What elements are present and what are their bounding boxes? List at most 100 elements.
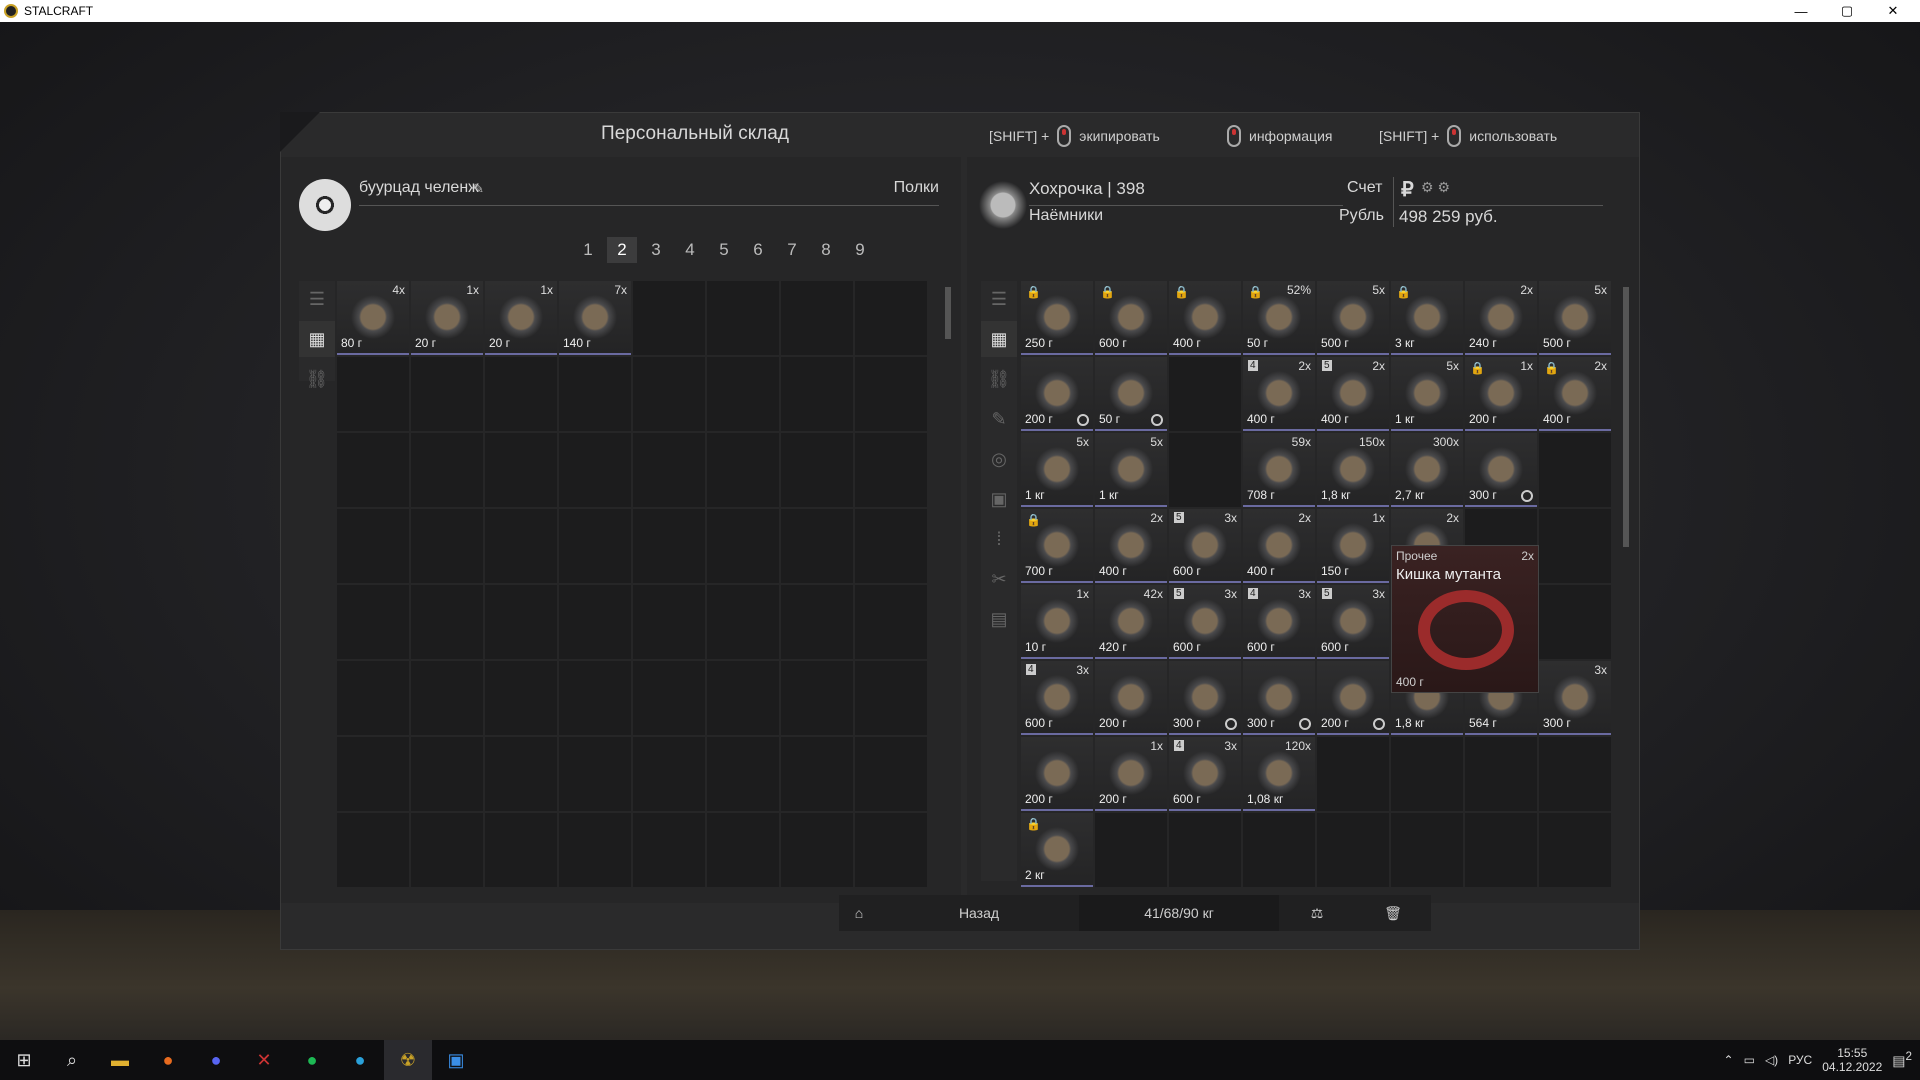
back-button[interactable]: Назад	[879, 895, 1079, 931]
maximize-button[interactable]: ▢	[1824, 0, 1870, 22]
inventory-item[interactable]: 200 г	[1021, 357, 1093, 431]
inventory-item[interactable]: 700 г 🔒	[1021, 509, 1093, 583]
inventory-item[interactable]: 3x 600 г 5	[1169, 585, 1241, 659]
inventory-item[interactable]: 600 г 🔒	[1095, 281, 1167, 355]
left-scrollbar[interactable]	[945, 287, 951, 339]
shelf-button-4[interactable]: 4	[675, 237, 705, 263]
item-icon	[1257, 599, 1301, 643]
grid-view-icon[interactable]: ▦	[299, 321, 335, 357]
link-icon[interactable]: ⛓	[299, 361, 335, 397]
inventory-item[interactable]: 200 г	[1021, 737, 1093, 811]
language-indicator[interactable]: РУС	[1788, 1053, 1812, 1067]
inventory-item[interactable]: 1x 10 г	[1021, 585, 1093, 659]
lock-icon: 🔒	[1100, 285, 1115, 299]
inventory-item[interactable]: 2x 400 г	[1243, 509, 1315, 583]
app-icon[interactable]: ✕	[240, 1040, 288, 1080]
inventory-item[interactable]: 3x 600 г 4	[1169, 737, 1241, 811]
edit-pencil-icon[interactable]: ✎	[473, 181, 484, 197]
shelf-button-1[interactable]: 1	[573, 237, 603, 263]
clock[interactable]: 15:55 04.12.2022	[1822, 1046, 1882, 1074]
artifact-filter-icon[interactable]: ◎	[981, 441, 1017, 477]
trash-icon[interactable]: 🗑	[1355, 895, 1431, 931]
close-button[interactable]: ✕	[1870, 0, 1916, 22]
inventory-item[interactable]: 5x 1 кг	[1095, 433, 1167, 507]
inventory-item[interactable]: 5x 1 кг	[1391, 357, 1463, 431]
inventory-item[interactable]: 1x 20 г	[411, 281, 483, 355]
weapon-filter-icon[interactable]: ✎	[981, 401, 1017, 437]
inventory-item[interactable]: 7x 140 г	[559, 281, 631, 355]
list-view-icon[interactable]: ☰	[981, 281, 1017, 317]
inventory-item[interactable]: 200 г	[1095, 661, 1167, 735]
shelf-button-2[interactable]: 2	[607, 237, 637, 263]
volume-icon[interactable]: ◁)	[1765, 1053, 1778, 1067]
link-icon[interactable]: ⛓	[981, 361, 1017, 397]
shelf-button-3[interactable]: 3	[641, 237, 671, 263]
notification-icon[interactable]: ▤2	[1892, 1050, 1912, 1070]
search-icon[interactable]: ⌕	[48, 1040, 96, 1080]
inventory-item[interactable]: 5x 1 кг	[1021, 433, 1093, 507]
telegram-icon[interactable]: ●	[336, 1040, 384, 1080]
inventory-item[interactable]: 3x 600 г 5	[1317, 585, 1389, 659]
settings-icon[interactable]: ⚙ ⚙	[1421, 179, 1450, 196]
inventory-item[interactable]: 300 г	[1243, 661, 1315, 735]
windows-start-icon[interactable]: ⊞	[0, 1040, 48, 1080]
inventory-item[interactable]: 400 г 🔒	[1169, 281, 1241, 355]
shelf-button-8[interactable]: 8	[811, 237, 841, 263]
inventory-item[interactable]: 59x 708 г	[1243, 433, 1315, 507]
grid-view-icon[interactable]: ▦	[981, 321, 1017, 357]
app-logo-icon	[4, 4, 18, 18]
tools-filter-icon[interactable]: ✂	[981, 561, 1017, 597]
container-filter-icon[interactable]: ▤	[981, 601, 1017, 637]
inventory-item[interactable]: 120x 1,08 кг	[1243, 737, 1315, 811]
inventory-item[interactable]: 3x 600 г 4	[1243, 585, 1315, 659]
inventory-item[interactable]: 3 кг 🔒	[1391, 281, 1463, 355]
list-view-icon[interactable]: ☰	[299, 281, 335, 317]
inventory-item[interactable]: 52% 50 г 🔒	[1243, 281, 1315, 355]
ammo-filter-icon[interactable]: ⁞	[981, 521, 1017, 557]
storage-owner: буурцад челенж	[359, 179, 479, 196]
shelf-button-5[interactable]: 5	[709, 237, 739, 263]
minimize-button[interactable]: —	[1778, 0, 1824, 22]
inventory-item[interactable]: 3x 300 г	[1539, 661, 1611, 735]
inventory-item[interactable]: 300x 2,7 кг	[1391, 433, 1463, 507]
item-count: 2x	[1298, 359, 1311, 373]
spotify-icon[interactable]: ●	[288, 1040, 336, 1080]
file-explorer-icon[interactable]: ▬	[96, 1040, 144, 1080]
inventory-item[interactable]: 42x 420 г	[1095, 585, 1167, 659]
inventory-item[interactable]: 300 г	[1169, 661, 1241, 735]
inventory-item[interactable]: 150x 1,8 кг	[1317, 433, 1389, 507]
paint-icon[interactable]: ▣	[432, 1040, 480, 1080]
inventory-item[interactable]: 1x 20 г	[485, 281, 557, 355]
tray-expand-icon[interactable]: ⌃	[1724, 1053, 1734, 1067]
inventory-item[interactable]: 2x 240 г	[1465, 281, 1537, 355]
inventory-item[interactable]: 1x 200 г	[1095, 737, 1167, 811]
right-scrollbar[interactable]	[1623, 287, 1629, 547]
inventory-item[interactable]: 5x 500 г	[1539, 281, 1611, 355]
camera-filter-icon[interactable]: ▣	[981, 481, 1017, 517]
inventory-item[interactable]: 3x 600 г 4	[1021, 661, 1093, 735]
discord-icon[interactable]: ●	[192, 1040, 240, 1080]
inventory-item[interactable]: 2x 400 г	[1095, 509, 1167, 583]
inventory-item[interactable]: 2x 400 г 🔒	[1539, 357, 1611, 431]
network-icon[interactable]: ▭	[1744, 1053, 1755, 1067]
inventory-item[interactable]: 1x 150 г	[1317, 509, 1389, 583]
inventory-item[interactable]: 2x 400 г 5	[1317, 357, 1389, 431]
inventory-item[interactable]: 3x 600 г 5	[1169, 509, 1241, 583]
inventory-item[interactable]: 4x 80 г	[337, 281, 409, 355]
inventory-item[interactable]: 1x 200 г 🔒	[1465, 357, 1537, 431]
inventory-item[interactable]: 2x 400 г 4	[1243, 357, 1315, 431]
item-count: 52%	[1286, 283, 1311, 297]
firefox-icon[interactable]: ●	[144, 1040, 192, 1080]
inventory-item[interactable]: 200 г	[1317, 661, 1389, 735]
shelf-button-7[interactable]: 7	[777, 237, 807, 263]
inventory-item[interactable]: 300 г	[1465, 433, 1537, 507]
stalcraft-icon[interactable]: ☢	[384, 1040, 432, 1080]
shelf-button-9[interactable]: 9	[845, 237, 875, 263]
shelf-button-6[interactable]: 6	[743, 237, 773, 263]
inventory-item[interactable]: 5x 500 г	[1317, 281, 1389, 355]
inventory-item[interactable]: 250 г 🔒	[1021, 281, 1093, 355]
inventory-item[interactable]: 50 г	[1095, 357, 1167, 431]
inventory-item[interactable]: 2 кг 🔒	[1021, 813, 1093, 887]
mouse-left-icon	[1057, 125, 1072, 147]
back-icon[interactable]: ⌂	[839, 895, 879, 931]
